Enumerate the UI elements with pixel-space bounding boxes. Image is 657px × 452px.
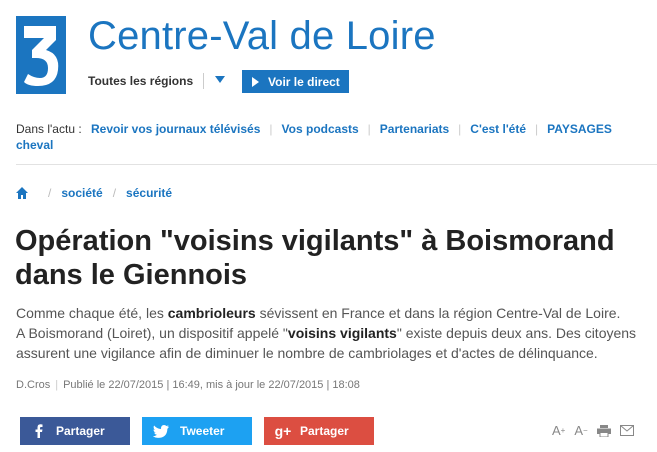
summary-bold: voisins vigilants <box>287 325 397 341</box>
author: D.Cros <box>16 379 51 391</box>
share-facebook-label: Partager <box>56 424 105 438</box>
summary-text: Comme chaque été, les <box>16 305 168 321</box>
divider: | <box>535 122 539 136</box>
font-increase-glyph: A <box>552 423 561 438</box>
divider: | <box>269 122 273 136</box>
divider: | <box>458 122 462 136</box>
divider: | <box>55 379 59 391</box>
live-button[interactable]: Voir le direct <box>242 70 349 93</box>
print-icon[interactable] <box>596 424 611 437</box>
topic-link-journaux[interactable]: Revoir vos journaux télévisés <box>91 122 260 136</box>
divider: | <box>367 122 371 136</box>
summary-bold: cambrioleurs <box>167 305 256 321</box>
share-twitter-button[interactable]: Tweeter <box>142 417 252 445</box>
play-icon <box>252 76 259 87</box>
breadcrumb: / société / sécurité <box>16 186 172 200</box>
share-facebook-button[interactable]: Partager <box>20 417 130 445</box>
breadcrumb-securite[interactable]: sécurité <box>126 186 172 200</box>
chevron-down-icon[interactable] <box>215 76 225 83</box>
breadcrumb-societe[interactable]: société <box>61 186 102 200</box>
live-button-label: Voir le direct <box>268 74 340 89</box>
article-meta: D.Cros | Publié le 22/07/2015 | 16:49, mis… <box>16 379 360 391</box>
email-icon[interactable] <box>619 425 634 436</box>
topics-lead: Dans l'actu : <box>16 122 82 136</box>
breadcrumb-separator: / <box>48 186 52 200</box>
plus-glyph: + <box>560 426 566 435</box>
share-googleplus-button[interactable]: g+ Partager <box>264 417 374 445</box>
topic-link-partenariats[interactable]: Partenariats <box>380 122 449 136</box>
topic-link-ete[interactable]: C'est l'été <box>470 122 526 136</box>
divider <box>203 73 204 89</box>
minus-glyph: − <box>583 426 588 435</box>
facebook-icon <box>26 424 52 438</box>
topic-link-paysages[interactable]: PAYSAGES <box>547 122 612 136</box>
increase-font-button[interactable]: A + <box>552 423 565 438</box>
publish-date: Publié le 22/07/2015 | 16:49, mis à jour… <box>63 379 360 391</box>
regions-selector-label[interactable]: Toutes les régions <box>88 74 193 88</box>
breadcrumb-separator: / <box>112 186 117 200</box>
summary-text: A Boismorand (Loiret), un dispositif app… <box>16 325 288 341</box>
article-title: Opération "voisins vigilants" à Boismora… <box>15 225 615 291</box>
home-icon[interactable] <box>16 187 28 199</box>
site-title[interactable]: Centre-Val de Loire <box>88 14 436 59</box>
summary-text: sévissent en France et dans la région Ce… <box>255 305 621 321</box>
france3-logo[interactable] <box>16 16 66 94</box>
share-twitter-label: Tweeter <box>180 424 225 438</box>
topic-link-podcasts[interactable]: Vos podcasts <box>282 122 359 136</box>
font-decrease-glyph: A <box>574 423 584 438</box>
article-tools: A + A − <box>552 423 634 438</box>
topic-link-cheval[interactable]: cheval <box>16 138 53 152</box>
divider <box>16 164 657 165</box>
googleplus-icon: g+ <box>274 423 292 439</box>
twitter-icon <box>148 424 174 438</box>
share-googleplus-label: Partager <box>300 424 349 438</box>
decrease-font-button[interactable]: A − <box>574 423 587 438</box>
article-summary: Comme chaque été, les cambrioleurs sévis… <box>16 303 656 363</box>
